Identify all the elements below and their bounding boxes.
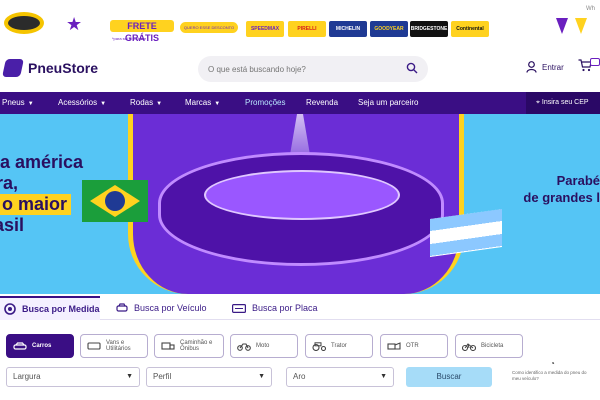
site-header: PneuStore Entrar [0,46,600,92]
logo-mark-icon [2,59,24,77]
tire-decoration [4,12,44,34]
brand-chip-goodyear[interactable]: GOODYEAR [370,21,408,37]
cep-button[interactable]: ⌖ Insira seu CEP [526,92,600,114]
discount-button[interactable]: QUERO ESSE DESCONTO [180,22,238,33]
largura-select[interactable]: Largura ▼ [6,367,140,387]
otr-icon [387,341,401,350]
main-nav: Pneus ▼ Acessórios ▼ Rodas ▼ Marcas ▼ Promoç… [0,92,600,114]
motorcycle-icon [237,342,251,351]
login-label: Entrar [542,62,564,72]
promo-strip[interactable]: ★ FRETE GRÁTIS *para sul e sudeste QUERO… [0,0,600,46]
search-icon[interactable] [406,62,418,74]
vehicle-type-otr[interactable]: OTR [380,334,448,358]
license-plate-icon [232,303,246,313]
nav-item-rodas[interactable]: Rodas ▼ [130,92,162,114]
vehicle-type-carros[interactable]: Carros [6,334,74,358]
stadium-field [204,170,400,220]
user-icon [526,61,537,73]
cep-label: Insira seu CEP [541,99,589,106]
chevron-down-icon: ▼ [27,101,34,107]
search-tabs: Busca por Medida Busca por Veículo Busca… [0,294,600,320]
aro-select[interactable]: Aro ▼ [286,367,394,387]
tractor-icon [312,341,326,351]
caret-down-icon: ▼ [258,373,265,380]
whatsapp-link[interactable]: Wh [586,6,595,12]
nav-item-marcas[interactable]: Marcas ▼ [185,92,220,114]
chevron-down-icon: ▼ [156,101,163,107]
nav-item-acessorios[interactable]: Acessórios ▼ [58,92,106,114]
car-icon [116,303,128,312]
banner-headline-right: Parabé de grandes l [523,173,600,205]
brand-chip-pirelli[interactable]: PIRELLI [288,21,326,37]
vehicle-type-trator[interactable]: Trator [305,334,373,358]
cart-count-badge [590,58,600,66]
bunting-decoration [556,18,568,34]
help-icon: ◔ [550,359,555,368]
search-input[interactable] [208,62,398,76]
caret-down-icon: ▼ [380,373,387,380]
tire-size-icon [4,303,16,315]
banner-headline-left: a américa ra, o maior asil [0,152,84,235]
brand-chip-continental[interactable]: Continental [451,21,489,37]
nav-item-seja-parceiro[interactable]: Seja um parceiro [358,92,418,114]
pneustore-logo[interactable]: PneuStore [2,59,99,77]
brand-chip-speedmax[interactable]: SPEEDMAX [246,21,284,37]
van-icon [87,341,101,350]
tire-size-help-link[interactable]: ◔ Como identifico a medida do pneu do me… [512,360,596,382]
nav-item-revenda[interactable]: Revenda [306,92,338,114]
free-shipping-badge: FRETE GRÁTIS [110,20,174,43]
brand-chip-bridgestone[interactable]: BRIDGESTONE [410,21,448,37]
tab-busca-medida[interactable]: Busca por Medida [0,296,100,320]
free-shipping-note: *para sul e sudeste [112,36,147,41]
vehicle-type-caminhao[interactable]: Caminhão e Ônibus [154,334,224,358]
vehicle-type-moto[interactable]: Moto [230,334,298,358]
perfil-select[interactable]: Perfil ▼ [146,367,272,387]
vehicle-type-bicicleta[interactable]: Bicicleta [455,334,523,358]
nav-item-promocoes[interactable]: Promoções [245,92,285,114]
tab-busca-veiculo[interactable]: Busca por Veículo [116,296,207,320]
truck-icon [161,341,175,350]
brazil-flag-image [82,180,148,222]
caret-down-icon: ▼ [126,373,133,380]
chevron-down-icon: ▼ [100,101,107,107]
tab-busca-placa[interactable]: Busca por Placa [232,296,318,320]
search-bar[interactable] [198,56,428,82]
bicycle-icon [462,342,476,351]
logo-text: PneuStore [28,60,99,76]
car-icon [13,341,27,350]
star-icon: ★ [66,14,83,34]
chevron-down-icon: ▼ [214,101,221,107]
buscar-button[interactable]: Buscar [406,367,492,387]
nav-item-pneus[interactable]: Pneus ▼ [2,92,34,114]
login-link[interactable]: Entrar [526,61,564,73]
vehicle-type-vans[interactable]: Vans e Utilitários [80,334,148,358]
brand-chip-michelin[interactable]: MICHELIN [329,21,367,37]
bunting-decoration [575,18,587,34]
